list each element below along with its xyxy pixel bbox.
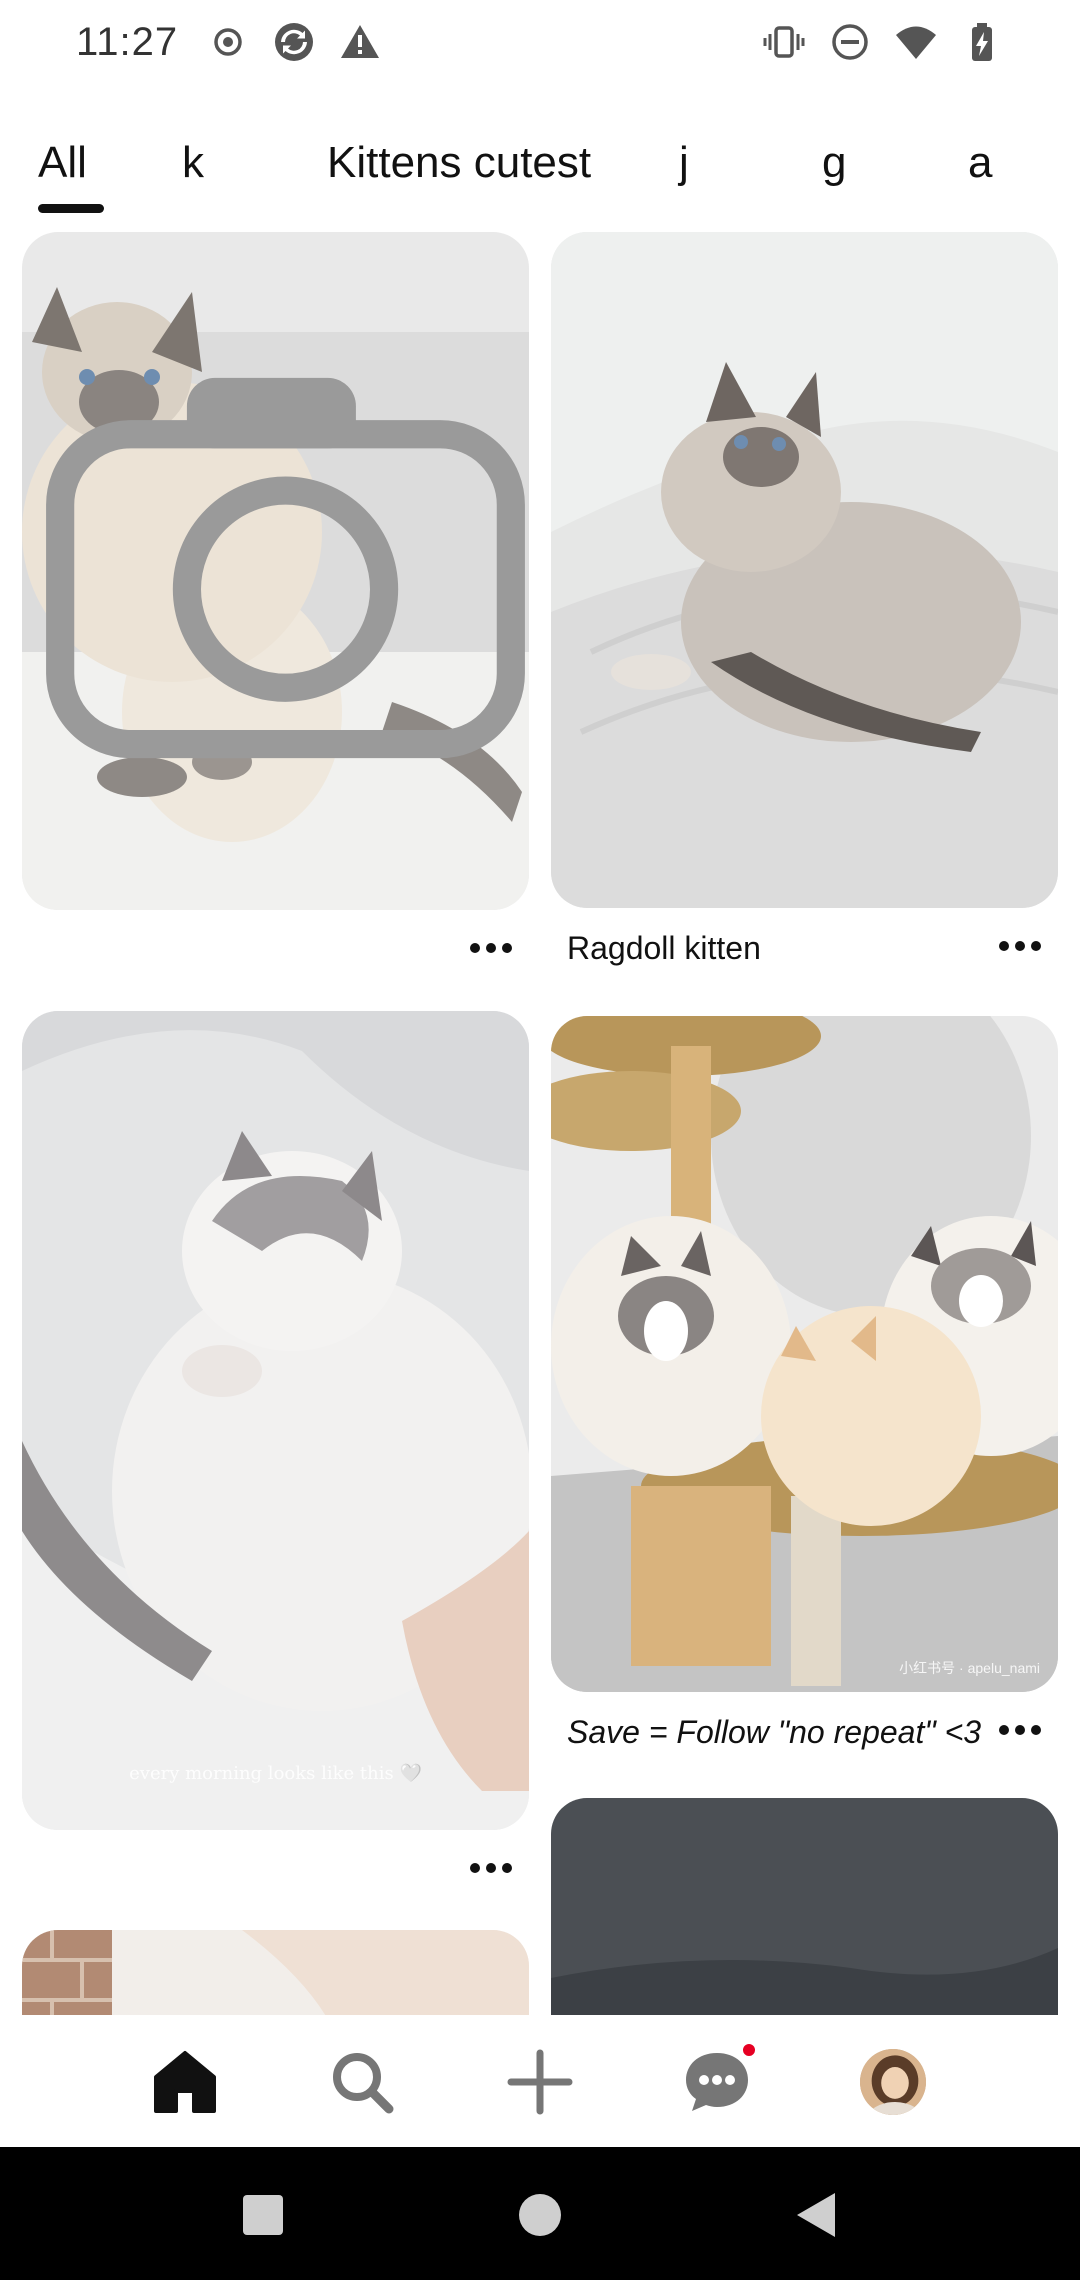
warning-icon	[341, 25, 379, 58]
tab-kittens-cutest[interactable]: Kittens cutest	[327, 138, 591, 188]
pin-card[interactable]: Ragdoll kitten	[551, 232, 1058, 988]
pin-card[interactable]: 小红书号 · apelu_nami Save = Follow "no repe…	[551, 1016, 1058, 1772]
nav-profile[interactable]	[858, 2047, 928, 2117]
board-filter-tabs: All k Kittens cutest j g a	[0, 138, 1080, 218]
tab-g[interactable]: g	[822, 138, 846, 188]
tab-j[interactable]: j	[679, 138, 689, 188]
pinterest-home-screen: 11:27 All k Kittens cutest j g a Ragdoll…	[0, 0, 1080, 2280]
pin-title: Ragdoll kitten	[567, 930, 761, 966]
pin-image[interactable]: every morning looks like this 🤍	[22, 1011, 529, 1830]
pin-title: Save = Follow "no repeat" <3	[567, 1714, 982, 1750]
search-icon	[333, 2053, 394, 2114]
status-bar: 11:27	[0, 0, 1080, 90]
pin-footer	[22, 1830, 529, 1910]
nav-create[interactable]	[505, 2047, 575, 2117]
tab-k[interactable]: k	[182, 138, 204, 188]
pin-image[interactable]	[551, 232, 1058, 908]
pin-image[interactable]	[22, 232, 529, 910]
pin-image[interactable]	[22, 1930, 529, 2015]
home-icon	[154, 2051, 216, 2113]
tab-all[interactable]: All	[38, 138, 87, 188]
avatar	[860, 2049, 926, 2115]
pin-card[interactable]	[22, 1930, 529, 2015]
tab-a[interactable]: a	[968, 138, 992, 188]
camera-icon	[46, 377, 525, 759]
pin-footer: Save = Follow "no repeat" <3	[551, 1692, 1058, 1772]
wifi-icon	[896, 26, 936, 59]
more-horizontal-icon[interactable]	[992, 926, 1048, 966]
pin-image[interactable]	[551, 1798, 1058, 2015]
vibrate-icon	[763, 26, 805, 58]
back-icon[interactable]	[789, 2187, 845, 2243]
overlay-caption: every morning looks like this 🤍	[129, 1763, 422, 1784]
plus-icon	[507, 2049, 573, 2115]
active-tab-indicator	[38, 204, 104, 213]
notification-dot	[740, 2041, 758, 2059]
pin-card[interactable]	[22, 232, 529, 990]
do-not-disturb-icon	[832, 24, 868, 60]
record-icon	[214, 28, 242, 56]
home-button-icon[interactable]	[512, 2187, 568, 2243]
chat-bubble-icon	[686, 2053, 748, 2111]
status-time: 11:27	[76, 20, 179, 64]
pin-footer	[22, 910, 529, 990]
pin-feed: Ragdoll kitten every morning looks like …	[0, 230, 1080, 2015]
more-horizontal-icon[interactable]	[463, 1848, 519, 1888]
nav-home[interactable]	[150, 2047, 220, 2117]
status-left-icons	[206, 20, 382, 64]
recents-icon[interactable]	[235, 2187, 291, 2243]
more-horizontal-icon[interactable]	[463, 928, 519, 968]
sync-icon	[275, 23, 313, 61]
nav-messages[interactable]	[682, 2041, 758, 2117]
battery-charging-icon	[972, 23, 992, 61]
pin-footer: Ragdoll kitten	[551, 908, 1058, 988]
nav-search[interactable]	[327, 2047, 397, 2117]
pin-image[interactable]: 小红书号 · apelu_nami	[551, 1016, 1058, 1692]
bottom-navigation	[0, 2015, 1080, 2147]
system-navigation-bar	[0, 2147, 1080, 2280]
image-watermark: 小红书号 · apelu_nami	[899, 1660, 1040, 1676]
more-horizontal-icon[interactable]	[992, 1710, 1048, 1750]
pin-card[interactable]: every morning looks like this 🤍	[22, 1011, 529, 1910]
status-right-icons	[762, 20, 1004, 64]
pin-card[interactable]	[551, 1798, 1058, 2015]
